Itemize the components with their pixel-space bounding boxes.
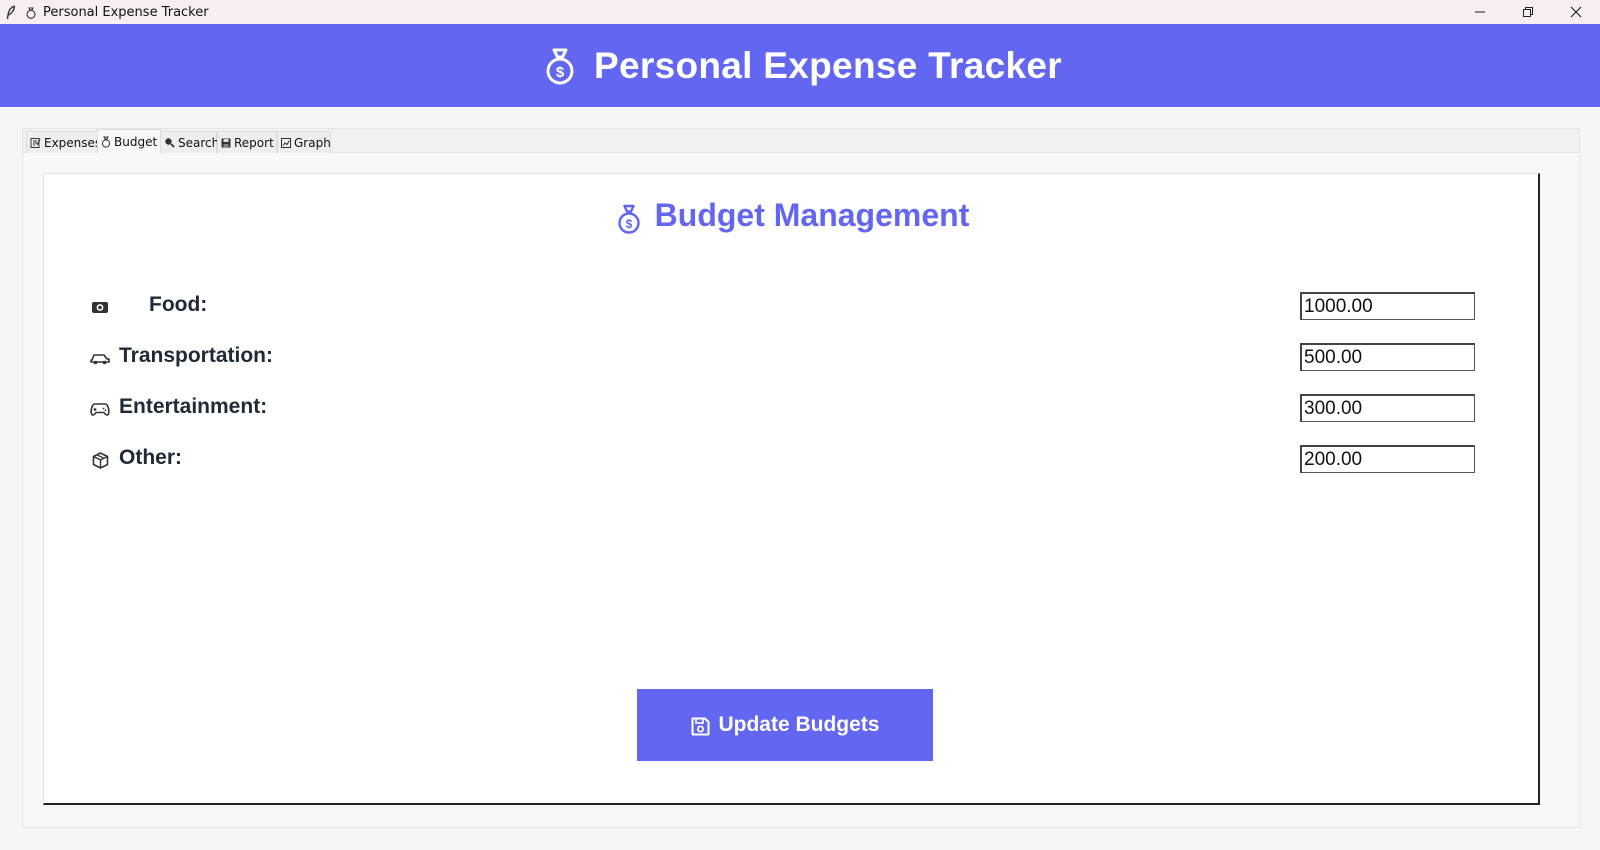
window-title: Personal Expense Tracker — [43, 4, 209, 20]
transportation-budget-input[interactable] — [1300, 343, 1475, 371]
tab-strip: Expenses Budget Search Report Graph — [23, 129, 1579, 154]
tab-label: Search — [178, 135, 220, 150]
tab-label: Graph — [294, 135, 331, 150]
entertainment-budget-input[interactable] — [1300, 394, 1475, 422]
budget-row-transportation: Transportation: — [44, 343, 1538, 371]
tab-search[interactable]: Search — [160, 131, 220, 153]
other-budget-input[interactable] — [1300, 445, 1475, 473]
money-bag-icon: $ — [615, 204, 643, 234]
package-icon — [90, 451, 110, 469]
food-icon — [90, 298, 110, 316]
tab-label: Budget — [114, 135, 158, 149]
minimize-icon — [1475, 11, 1485, 13]
magnifier-icon — [164, 137, 175, 149]
section-heading: $ Budget Management — [44, 196, 1538, 234]
window-titlebar: Personal Expense Tracker — [0, 0, 1600, 24]
svg-text:$: $ — [556, 64, 565, 81]
close-button[interactable] — [1552, 0, 1600, 24]
update-budgets-button[interactable]: Update Budgets — [637, 689, 933, 761]
header-banner: $ Personal Expense Tracker — [0, 24, 1600, 107]
close-icon — [1570, 6, 1582, 18]
feather-icon — [4, 4, 18, 20]
budget-row-entertainment: Entertainment: — [44, 394, 1538, 422]
tab-report[interactable]: Report — [217, 131, 277, 153]
tab-expenses[interactable]: Expenses — [26, 131, 102, 153]
money-bag-icon — [24, 5, 38, 19]
chart-icon — [281, 137, 291, 149]
notebook: Expenses Budget Search Report Graph $ Bu… — [22, 128, 1580, 828]
tab-graph[interactable]: Graph — [277, 131, 331, 153]
food-label: Food: — [149, 293, 208, 316]
budget-row-food: Food: — [44, 292, 1538, 320]
tab-label: Expenses — [44, 135, 102, 150]
floppy-disk-icon — [690, 716, 710, 736]
other-label: Other: — [119, 446, 182, 469]
memo-icon — [30, 137, 41, 149]
car-icon — [90, 349, 110, 367]
section-title: Budget Management — [654, 196, 970, 233]
restore-button[interactable] — [1504, 0, 1552, 24]
app-title: Personal Expense Tracker — [594, 44, 1062, 86]
gamepad-icon — [90, 400, 110, 418]
update-budgets-label: Update Budgets — [718, 713, 880, 736]
money-bag-icon — [101, 136, 111, 148]
tab-budget[interactable]: Budget — [97, 129, 161, 154]
food-budget-input[interactable] — [1300, 292, 1475, 320]
budget-row-other: Other: — [44, 445, 1538, 473]
svg-text:$: $ — [625, 217, 632, 231]
minimize-button[interactable] — [1456, 0, 1504, 24]
restore-icon — [1523, 7, 1533, 17]
transportation-label: Transportation: — [119, 344, 274, 367]
tab-label: Report — [234, 135, 274, 150]
budget-panel: $ Budget Management Food: Transportation… — [43, 173, 1540, 805]
money-bag-icon: $ — [542, 47, 578, 85]
entertainment-label: Entertainment: — [119, 395, 268, 418]
floppy-icon — [221, 137, 231, 149]
